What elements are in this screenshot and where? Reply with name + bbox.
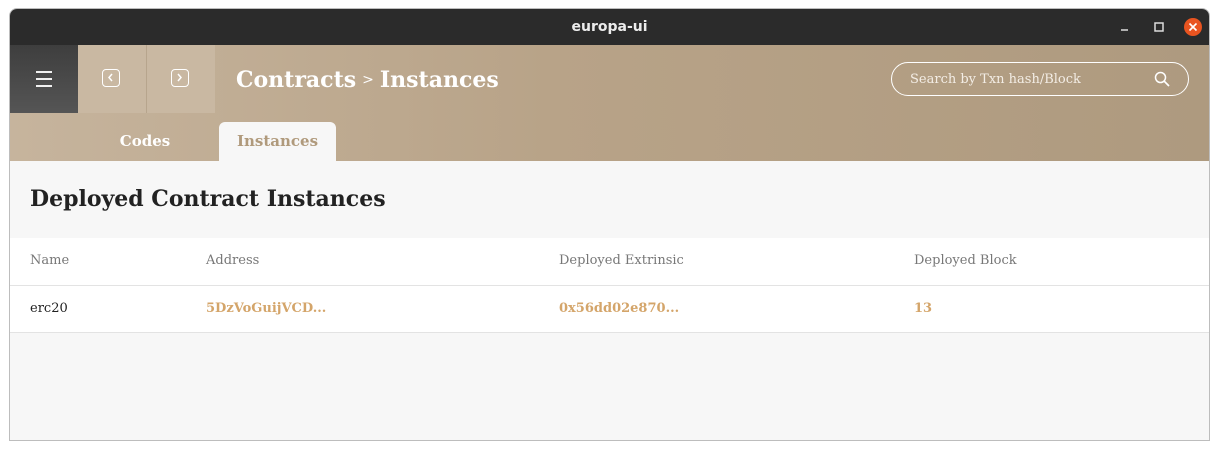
minimize-icon[interactable] [1116, 18, 1134, 36]
back-button[interactable] [78, 45, 147, 113]
page-title: Deployed Contract Instances [30, 186, 386, 212]
breadcrumb-separator: > [362, 72, 374, 88]
close-icon[interactable] [1184, 18, 1202, 36]
chevron-right-icon [171, 69, 189, 87]
column-header-address: Address [206, 253, 260, 268]
instances-table: Name Address Deployed Extrinsic Deployed… [10, 238, 1209, 333]
search-input[interactable] [908, 63, 1152, 96]
breadcrumb-instances: Instances [379, 67, 499, 93]
cell-block-link[interactable]: 13 [914, 286, 932, 332]
breadcrumb: Contracts > Instances [236, 65, 499, 95]
window-title: europa-ui [571, 19, 648, 35]
table-header: Name Address Deployed Extrinsic Deployed… [10, 238, 1209, 286]
menu-button[interactable] [10, 45, 78, 113]
tab-instances[interactable]: Instances [219, 122, 336, 161]
cell-extrinsic-link[interactable]: 0x56dd02e870... [559, 286, 679, 332]
menu-icon-line [36, 78, 52, 80]
chevron-left-icon [102, 69, 120, 87]
app-window: europa-ui Contracts > Instances Search b… [9, 8, 1210, 441]
column-header-block: Deployed Block [914, 253, 1017, 268]
table-row: erc20 5DzVoGuijVCD... 0x56dd02e870... 13 [10, 286, 1209, 333]
menu-icon-line [36, 85, 52, 87]
search-box [891, 62, 1189, 96]
title-bar: europa-ui [10, 9, 1209, 45]
cell-address-link[interactable]: 5DzVoGuijVCD... [206, 286, 326, 332]
breadcrumb-contracts[interactable]: Contracts [236, 67, 356, 93]
menu-icon [36, 71, 52, 73]
column-header-extrinsic: Deployed Extrinsic [559, 253, 684, 268]
column-header-name: Name [30, 253, 70, 268]
cell-name: erc20 [30, 301, 68, 316]
main-content: Deployed Contract Instances Name Address… [10, 161, 1209, 440]
tab-codes[interactable]: Codes [110, 122, 180, 161]
maximize-icon[interactable] [1150, 18, 1168, 36]
forward-button[interactable] [147, 45, 215, 113]
search-icon[interactable] [1154, 71, 1170, 87]
app-header: Contracts > Instances Codes Instances [10, 45, 1209, 161]
